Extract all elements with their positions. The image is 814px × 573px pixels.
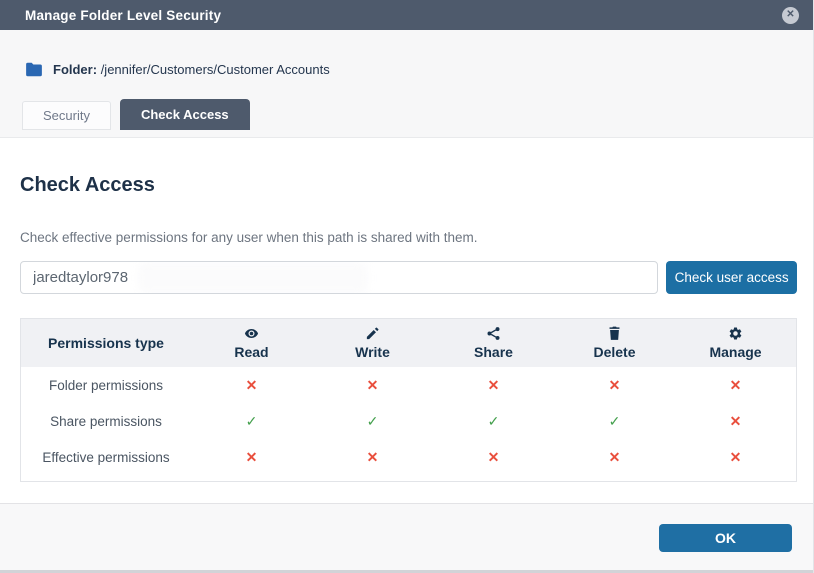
check-access-description: Check effective permissions for any user… [20,230,797,245]
permission-mark: ✕ [488,378,500,392]
trash-icon [607,326,622,341]
permission-mark: ✕ [246,450,258,464]
column-header-manage: Manage [675,326,796,360]
share-icon [486,326,501,341]
tab-bar: Security Check Access [22,99,813,130]
check-user-access-button[interactable]: Check user access [666,261,797,294]
column-header-delete: Delete [554,326,675,360]
folder-icon [25,62,43,77]
permission-mark: ✕ [609,378,621,392]
user-input-wrapper [20,261,658,294]
permissions-table-body: Folder permissions ✕ ✕ ✕ ✕ ✕ Share permi… [21,367,796,481]
page-title: Check Access [20,174,797,197]
permission-mark: ✕ [488,450,500,464]
column-header-share: Share [433,326,554,360]
username-input[interactable] [21,262,657,293]
gear-icon [728,326,743,341]
permission-mark: ✕ [730,414,742,428]
dialog-footer: OK [0,503,813,573]
table-row-folder-permissions: Folder permissions ✕ ✕ ✕ ✕ ✕ [21,367,796,403]
tab-check-access[interactable]: Check Access [120,99,250,130]
pencil-icon [365,326,380,341]
folder-path-row: Folder: /jennifer/Customers/Customer Acc… [0,30,813,77]
tab-security[interactable]: Security [22,101,111,130]
folder-path-text: Folder: /jennifer/Customers/Customer Acc… [53,62,330,77]
permission-mark: ✓ [246,414,258,428]
dialog-upper-section: Folder: /jennifer/Customers/Customer Acc… [0,30,813,138]
column-header-read: Read [191,326,312,360]
column-header-permissions-type: Permissions type [21,335,191,351]
row-label: Share permissions [21,414,191,429]
permissions-table: Permissions type Read Write Share [20,318,797,482]
user-lookup-row: Check user access [20,261,797,294]
column-label: Manage [709,344,761,360]
permission-mark: ✓ [488,414,500,428]
dialog-titlebar: Manage Folder Level Security ✕ [0,0,813,30]
permissions-table-header: Permissions type Read Write Share [21,319,796,367]
eye-icon [244,326,259,341]
permission-mark: ✕ [246,378,258,392]
check-access-panel: Check Access Check effective permissions… [0,138,813,503]
dialog-title: Manage Folder Level Security [25,8,221,23]
permission-mark: ✓ [367,414,379,428]
table-row-share-permissions: Share permissions ✓ ✓ ✓ ✓ ✕ [21,403,796,439]
column-label: Read [234,344,268,360]
column-label: Write [355,344,390,360]
permission-mark: ✕ [730,378,742,392]
permission-mark: ✕ [730,450,742,464]
folder-path-value: /jennifer/Customers/Customer Accounts [101,62,330,77]
column-label: Delete [593,344,635,360]
close-icon[interactable]: ✕ [782,7,799,24]
folder-label: Folder: [53,62,97,77]
column-header-write: Write [312,326,433,360]
permission-mark: ✕ [609,450,621,464]
table-row-effective-permissions: Effective permissions ✕ ✕ ✕ ✕ ✕ [21,439,796,475]
permission-mark: ✓ [609,414,621,428]
permission-mark: ✕ [367,450,379,464]
row-label: Folder permissions [21,378,191,393]
row-label: Effective permissions [21,450,191,465]
column-label: Share [474,344,513,360]
permission-mark: ✕ [367,378,379,392]
ok-button[interactable]: OK [659,524,792,552]
